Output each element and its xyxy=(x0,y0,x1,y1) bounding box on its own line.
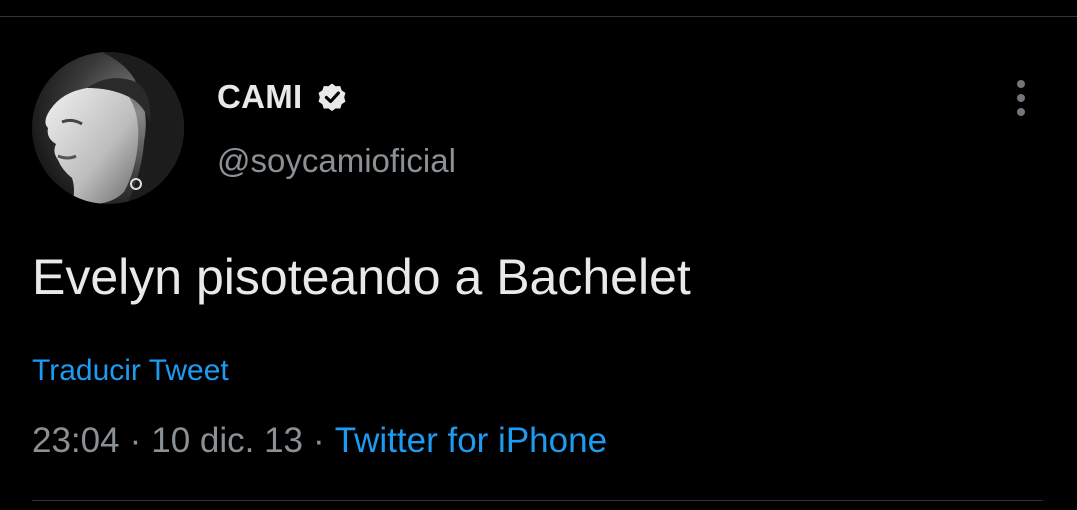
tweet-metadata: 23:04 · 10 dic. 13 · Twitter for iPhone xyxy=(32,421,607,461)
top-divider xyxy=(0,16,1077,17)
tweet-text: Evelyn pisoteando a Bachelet xyxy=(32,249,691,305)
tweet-date: 10 dic. 13 xyxy=(151,421,304,460)
tweet-time: 23:04 xyxy=(32,421,120,460)
more-dot xyxy=(1017,108,1025,116)
avatar[interactable] xyxy=(32,52,184,204)
bottom-divider xyxy=(32,500,1043,501)
display-name[interactable]: CAMI xyxy=(217,78,303,116)
author-handle[interactable]: @soycamioficial xyxy=(217,142,456,180)
more-dot xyxy=(1017,94,1025,102)
separator: · xyxy=(313,421,325,460)
more-vertical-icon xyxy=(1017,80,1025,88)
avatar-photo xyxy=(32,52,184,204)
author-name-row[interactable]: CAMI xyxy=(217,74,349,120)
verified-badge-icon xyxy=(315,80,349,114)
more-options-button[interactable] xyxy=(1004,78,1038,118)
tweet-source-link[interactable]: Twitter for iPhone xyxy=(335,421,607,461)
translate-tweet-link[interactable]: Traducir Tweet xyxy=(32,354,229,388)
separator: · xyxy=(129,421,142,460)
